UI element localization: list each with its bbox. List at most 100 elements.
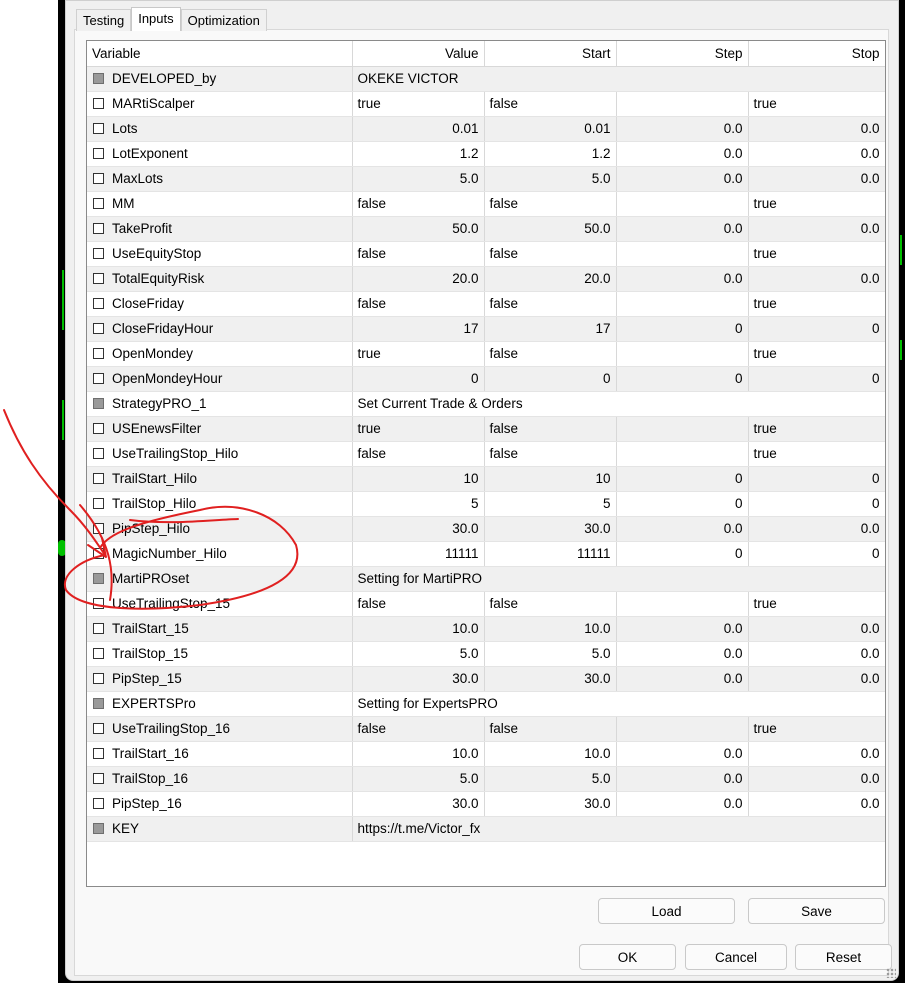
value-cell[interactable]: 17	[352, 316, 485, 342]
step-cell[interactable]	[616, 191, 749, 217]
step-cell[interactable]	[616, 716, 749, 742]
stop-cell[interactable]: 0.0	[748, 516, 885, 542]
value-cell[interactable]: false	[352, 591, 485, 617]
value-cell[interactable]: 30.0	[352, 666, 485, 692]
step-cell[interactable]: 0.0	[616, 216, 749, 242]
tab-testing[interactable]: Testing	[76, 9, 132, 31]
table-row[interactable]: PipStep_Hilo 30.0 30.0 0.0 0.0	[87, 516, 885, 542]
value-cell[interactable]: 5.0	[352, 166, 485, 192]
start-cell[interactable]: 17	[484, 316, 617, 342]
step-cell[interactable]: 0	[616, 466, 749, 492]
start-cell[interactable]: 10.0	[484, 616, 617, 642]
start-cell[interactable]: 0.01	[484, 116, 617, 142]
stop-cell[interactable]: 0	[748, 491, 885, 517]
optimize-checkbox[interactable]	[93, 548, 104, 559]
stop-cell[interactable]: 0.0	[748, 216, 885, 242]
start-cell[interactable]: 1.2	[484, 141, 617, 167]
start-cell[interactable]: false	[484, 291, 617, 317]
step-cell[interactable]: 0.0	[616, 666, 749, 692]
value-cell[interactable]: false	[352, 441, 485, 467]
table-row[interactable]: Lots 0.01 0.01 0.0 0.0	[87, 116, 885, 142]
value-cell[interactable]: 30.0	[352, 791, 485, 817]
value-cell[interactable]: true	[352, 416, 485, 442]
column-header-value[interactable]: Value	[352, 41, 485, 67]
stop-cell[interactable]: 0.0	[748, 616, 885, 642]
table-row[interactable]: MagicNumber_Hilo 11111 11111 0 0	[87, 541, 885, 567]
optimize-checkbox[interactable]	[93, 473, 104, 484]
save-button[interactable]: Save	[748, 898, 885, 924]
optimize-checkbox[interactable]	[93, 498, 104, 509]
table-row[interactable]: TrailStart_Hilo 10 10 0 0	[87, 466, 885, 492]
table-row[interactable]: MM false false true	[87, 191, 885, 217]
stop-cell[interactable]: true	[748, 191, 885, 217]
start-cell[interactable]: false	[484, 341, 617, 367]
table-row[interactable]: CloseFriday false false true	[87, 291, 885, 317]
start-cell[interactable]: false	[484, 716, 617, 742]
optimize-checkbox[interactable]	[93, 373, 104, 384]
value-cell[interactable]: 30.0	[352, 516, 485, 542]
table-row[interactable]: OpenMondey true false true	[87, 341, 885, 367]
value-cell[interactable]: true	[352, 91, 485, 117]
table-row[interactable]: UseTrailingStop_Hilo false false true	[87, 441, 885, 467]
stop-cell[interactable]: 0.0	[748, 791, 885, 817]
start-cell[interactable]: 5.0	[484, 166, 617, 192]
table-row[interactable]: LotExponent 1.2 1.2 0.0 0.0	[87, 141, 885, 167]
optimize-checkbox[interactable]	[93, 723, 104, 734]
table-row[interactable]: UseEquityStop false false true	[87, 241, 885, 267]
stop-cell[interactable]: 0.0	[748, 666, 885, 692]
value-cell[interactable]: 0	[352, 366, 485, 392]
step-cell[interactable]	[616, 291, 749, 317]
table-row[interactable]: TakeProfit 50.0 50.0 0.0 0.0	[87, 216, 885, 242]
optimize-checkbox[interactable]	[93, 198, 104, 209]
stop-cell[interactable]: 0.0	[748, 641, 885, 667]
cancel-button[interactable]: Cancel	[685, 944, 787, 970]
value-cell[interactable]: 10	[352, 466, 485, 492]
ok-button[interactable]: OK	[579, 944, 676, 970]
step-cell[interactable]: 0	[616, 491, 749, 517]
table-row[interactable]: MartiPROset Setting for MartiPRO	[87, 566, 885, 592]
optimize-checkbox[interactable]	[93, 223, 104, 234]
table-row[interactable]: TrailStop_15 5.0 5.0 0.0 0.0	[87, 641, 885, 667]
step-cell[interactable]: 0.0	[616, 116, 749, 142]
table-row[interactable]: USEnewsFilter true false true	[87, 416, 885, 442]
value-cell[interactable]: 1.2	[352, 141, 485, 167]
step-cell[interactable]: 0.0	[616, 266, 749, 292]
start-cell[interactable]: 10.0	[484, 741, 617, 767]
stop-cell[interactable]: true	[748, 241, 885, 267]
table-row[interactable]: DEVELOPED_by OKEKE VICTOR	[87, 66, 885, 92]
stop-cell[interactable]: true	[748, 291, 885, 317]
load-button[interactable]: Load	[598, 898, 735, 924]
stop-cell[interactable]: 0.0	[748, 266, 885, 292]
start-cell[interactable]: 5.0	[484, 641, 617, 667]
optimize-checkbox[interactable]	[93, 173, 104, 184]
start-cell[interactable]: 5	[484, 491, 617, 517]
optimize-checkbox[interactable]	[93, 248, 104, 259]
optimize-checkbox[interactable]	[93, 773, 104, 784]
value-cell[interactable]: Setting for ExpertsPRO	[352, 691, 885, 717]
value-cell[interactable]: 10.0	[352, 616, 485, 642]
optimize-checkbox[interactable]	[93, 798, 104, 809]
optimize-checkbox[interactable]	[93, 123, 104, 134]
start-cell[interactable]: 10	[484, 466, 617, 492]
value-cell[interactable]: true	[352, 341, 485, 367]
stop-cell[interactable]: true	[748, 591, 885, 617]
value-cell[interactable]: false	[352, 716, 485, 742]
column-header-stop[interactable]: Stop	[748, 41, 885, 67]
step-cell[interactable]: 0.0	[616, 166, 749, 192]
value-cell[interactable]: Set Current Trade & Orders	[352, 391, 885, 417]
start-cell[interactable]: 30.0	[484, 516, 617, 542]
value-cell[interactable]: 5.0	[352, 766, 485, 792]
table-row[interactable]: PipStep_16 30.0 30.0 0.0 0.0	[87, 791, 885, 817]
value-cell[interactable]: 50.0	[352, 216, 485, 242]
optimize-checkbox[interactable]	[93, 448, 104, 459]
step-cell[interactable]: 0	[616, 541, 749, 567]
column-header-variable[interactable]: Variable	[87, 41, 353, 67]
start-cell[interactable]: 20.0	[484, 266, 617, 292]
value-cell[interactable]: false	[352, 241, 485, 267]
table-row[interactable]: StrategyPRO_1 Set Current Trade & Orders	[87, 391, 885, 417]
step-cell[interactable]: 0.0	[616, 616, 749, 642]
start-cell[interactable]: false	[484, 416, 617, 442]
value-cell[interactable]: 20.0	[352, 266, 485, 292]
optimize-checkbox[interactable]	[93, 523, 104, 534]
value-cell[interactable]: 5.0	[352, 641, 485, 667]
